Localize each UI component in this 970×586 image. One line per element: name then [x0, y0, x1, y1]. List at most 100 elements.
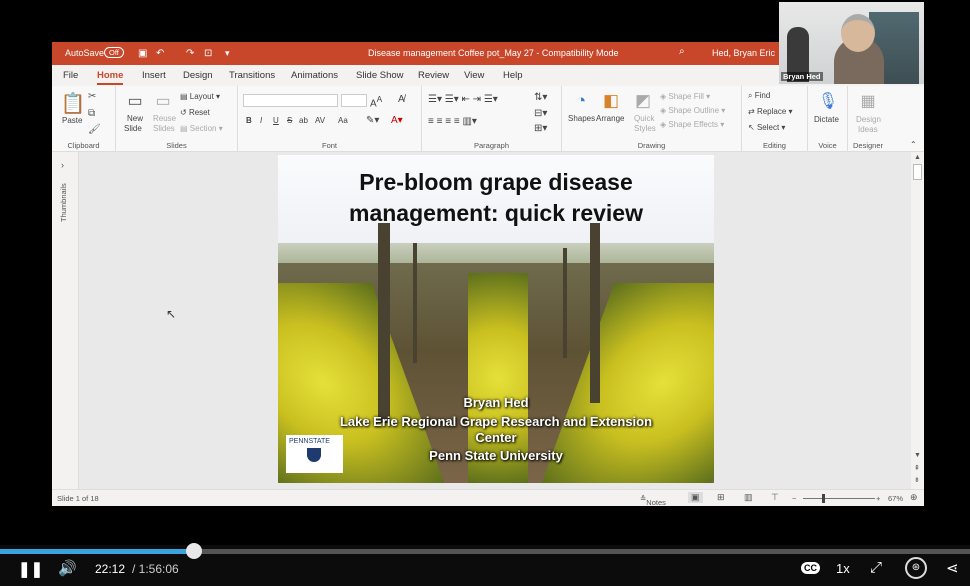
pennstate-logo: PENNSTATE: [286, 435, 343, 473]
thumbnails-pane[interactable]: › Thumbnails: [52, 152, 79, 489]
shield-icon: [307, 448, 321, 462]
underline-button[interactable]: U: [273, 116, 279, 125]
tab-insert[interactable]: Insert: [142, 70, 166, 81]
paste-icon[interactable]: 📋: [61, 91, 86, 115]
previous-slide-icon[interactable]: ⇞: [914, 464, 920, 472]
bold-button[interactable]: B: [246, 116, 252, 125]
slide-title-line: management: quick review: [349, 200, 643, 226]
italic-button[interactable]: I: [260, 116, 262, 125]
pause-icon[interactable]: ❚❚: [18, 560, 43, 578]
notes-button[interactable]: ≙ Notes: [640, 494, 666, 506]
tab-file[interactable]: File: [63, 70, 78, 81]
bullets-icon[interactable]: ☰▾ ☰▾ ⇤ ⇥ ☰▾: [428, 94, 498, 105]
slideshow-icon[interactable]: ⊤: [771, 492, 779, 503]
section-button: ▤ Section ▾: [180, 124, 223, 133]
arrange-icon[interactable]: ◧: [600, 90, 622, 112]
collapse-ribbon-icon[interactable]: ⌃: [910, 140, 917, 149]
grow-font-icon[interactable]: AA: [370, 94, 382, 109]
smartart-icon[interactable]: ⊞▾: [534, 123, 547, 134]
scroll-down-icon[interactable]: ▼: [914, 452, 921, 459]
tab-transitions[interactable]: Transitions: [229, 70, 275, 81]
fullscreen-icon[interactable]: ⤢: [870, 559, 882, 576]
layout-button[interactable]: ▤ Layout ▾: [180, 92, 220, 101]
copy-icon[interactable]: ⧉: [88, 108, 95, 119]
designer-label: Designer: [852, 141, 883, 150]
next-slide-icon[interactable]: ⇟: [914, 476, 920, 484]
zoom-slider[interactable]: [803, 498, 875, 499]
change-case-button[interactable]: Aa: [338, 116, 348, 125]
voice-group: 🎙 Dictate Voice: [808, 86, 848, 152]
text-direction-icon[interactable]: ⇅▾: [534, 92, 547, 103]
drawing-label: Drawing: [637, 141, 666, 150]
university-logo-icon[interactable]: ⊛: [905, 557, 927, 579]
tab-animations[interactable]: Animations: [291, 70, 338, 81]
present-icon[interactable]: ⊡: [204, 48, 212, 59]
slides-label: Slides: [166, 141, 187, 150]
shapes-button[interactable]: Shapes: [568, 114, 595, 123]
save-icon[interactable]: ▣: [138, 48, 147, 59]
find-button[interactable]: ⌕ Find: [748, 91, 770, 101]
strikethrough-button[interactable]: S: [287, 116, 292, 125]
user-name: Hed, Bryan Eric: [712, 48, 776, 58]
slide-sorter-icon[interactable]: ⊞: [717, 492, 725, 503]
zoom-slider-thumb[interactable]: [822, 494, 825, 503]
font-size-box[interactable]: [341, 94, 367, 107]
autosave-toggle[interactable]: Off: [104, 47, 124, 58]
slide-editing-area[interactable]: ↖ Pre-bloom grape disease management: qu…: [79, 152, 911, 489]
zoom-in-icon[interactable]: +: [876, 494, 880, 503]
playback-speed[interactable]: 1x: [836, 561, 850, 576]
tab-design[interactable]: Design: [183, 70, 213, 81]
reset-button[interactable]: ↺ Reset: [180, 108, 210, 117]
dictate-button[interactable]: Dictate: [814, 115, 839, 124]
format-painter-icon[interactable]: 🖌: [88, 124, 101, 135]
scroll-up-icon[interactable]: ▲: [914, 154, 921, 161]
highlight-icon[interactable]: ✎▾: [366, 115, 379, 126]
clear-format-icon[interactable]: A̸: [398, 94, 405, 105]
normal-view-icon[interactable]: ▣: [688, 492, 703, 503]
new-slide-label: Slide: [124, 124, 142, 133]
tab-help[interactable]: Help: [503, 70, 523, 81]
tab-slide-show[interactable]: Slide Show: [356, 70, 404, 81]
font-color-icon[interactable]: A▾: [391, 115, 403, 126]
slide[interactable]: Pre-bloom grape disease management: quic…: [278, 155, 714, 483]
font-name-box[interactable]: [243, 94, 338, 107]
reuse-slides-label: Slides: [153, 124, 175, 133]
expand-icon[interactable]: ›: [61, 160, 64, 170]
tab-view[interactable]: View: [464, 70, 484, 81]
design-ideas-label: Ideas: [858, 125, 878, 134]
replace-button[interactable]: ⇄ Replace ▾: [748, 107, 793, 116]
spacing-button[interactable]: AV: [315, 116, 325, 125]
new-slide-button[interactable]: New: [127, 114, 143, 123]
shadow-button[interactable]: ab: [299, 116, 308, 125]
fit-slide-icon[interactable]: ⊕: [910, 492, 918, 503]
cut-icon[interactable]: ✂: [88, 91, 96, 102]
share-icon[interactable]: ⋖: [946, 559, 959, 577]
undo-icon[interactable]: ↶: [156, 48, 164, 59]
tab-review[interactable]: Review: [418, 70, 449, 81]
editing-group: ⌕ Find ⇄ Replace ▾ ↖ Select ▾ Editing: [742, 86, 808, 152]
volume-icon[interactable]: 🔊: [58, 559, 77, 577]
microphone-icon[interactable]: 🎙: [818, 90, 838, 112]
scroll-thumb[interactable]: [913, 164, 922, 180]
shapes-icon[interactable]: ◔: [570, 90, 592, 112]
shape-fill-button: ◈ Shape Fill ▾: [660, 92, 711, 101]
tab-home[interactable]: Home: [97, 70, 124, 85]
vertical-scrollbar[interactable]: ▲ ▼ ⇞ ⇟: [911, 152, 924, 489]
align-text-icon[interactable]: ⊟▾: [534, 108, 547, 119]
reading-view-icon[interactable]: ▥: [744, 492, 753, 503]
redo-icon[interactable]: ↷: [186, 48, 194, 59]
webcam-overlay: Bryan Hed: [779, 2, 924, 84]
captions-icon[interactable]: CC: [801, 562, 820, 574]
arrange-button[interactable]: Arrange: [596, 114, 624, 123]
progress-handle[interactable]: [186, 543, 202, 559]
paste-button[interactable]: Paste: [62, 116, 82, 125]
search-icon[interactable]: ⌕: [679, 46, 685, 57]
select-button[interactable]: ↖ Select ▾: [748, 123, 785, 132]
vineyard-post: [413, 243, 417, 363]
new-slide-icon[interactable]: ▭: [124, 91, 146, 111]
document-title: Disease management Coffee pot_May 27 - C…: [368, 48, 619, 58]
customize-qat-icon[interactable]: ▾: [225, 48, 230, 59]
slide-organization-line2: Center: [475, 430, 517, 445]
align-icons[interactable]: ≡ ≡ ≡ ≡ ▥▾: [428, 116, 477, 127]
zoom-out-icon[interactable]: −: [792, 494, 796, 503]
